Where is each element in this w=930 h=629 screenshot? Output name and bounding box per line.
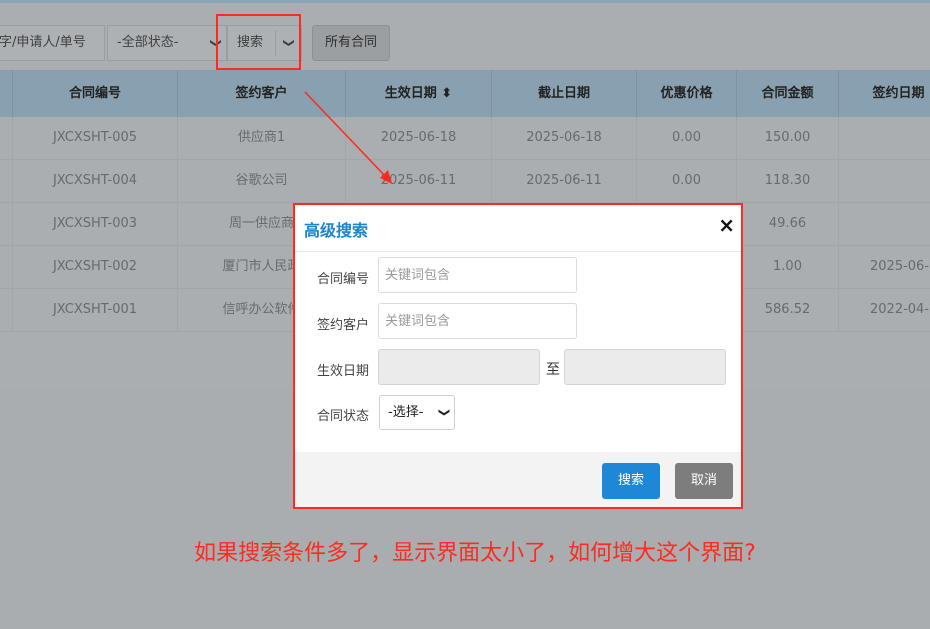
cancel-button[interactable]: 取消 [675,463,733,499]
customer-input[interactable] [378,303,577,339]
contract-no-label: 合同编号 [317,272,370,287]
close-icon[interactable]: × [718,213,735,237]
cell-amount: 49.66 [736,203,838,245]
column-header-contract-no[interactable]: 合同编号 [12,70,177,117]
cell-contract-no: JXCXSHT-002 [12,246,177,288]
table-header: 合同编号 签约客户 生效日期 ⬍ 截止日期 优惠价格 合同金额 签约日期 [0,70,930,117]
cell-end-date: 2025-06-11 [491,160,636,202]
cell-customer: 谷歌公司 [177,160,345,202]
contract-status-label: 合同状态 [317,409,370,424]
toolbar: 字/申请人/单号 -全部状态- ❯ 搜索 ❯ 所有合同 [0,3,930,69]
annotation-highlight-box [216,14,301,70]
advanced-search-dialog: 高级搜索 × 合同编号 签约客户 生效日期 至 合同状态 -选择- ❯ 搜索 取… [293,203,743,509]
column-header-sign-date[interactable]: 签约日期 [838,70,930,117]
cell-sign-date: 2022-04- [838,289,930,331]
date-range-separator: 至 [546,362,560,378]
cell-contract-no: JXCXSHT-001 [12,289,177,331]
cell-contract-no: JXCXSHT-005 [12,117,177,159]
cell-contract-no: JXCXSHT-003 [12,203,177,245]
cell-discount: 0.00 [636,160,736,202]
column-header-effective-date[interactable]: 生效日期 ⬍ [345,70,491,117]
all-contracts-button[interactable]: 所有合同 [312,25,390,61]
table-row[interactable]: JXCXSHT-004 谷歌公司 2025-06-11 2025-06-11 0… [0,160,930,203]
date-to-input[interactable] [564,349,726,385]
cell-effective-date: 2025-06-11 [345,160,491,202]
column-header-customer[interactable]: 签约客户 [177,70,345,117]
dialog-header: 高级搜索 × [295,205,741,252]
column-header-end-date[interactable]: 截止日期 [491,70,636,117]
customer-label: 签约客户 [317,318,370,333]
date-from-input[interactable] [378,349,540,385]
contract-status-select[interactable]: -选择- ❯ [379,395,455,430]
cell-amount: 150.00 [736,117,838,159]
table-row[interactable]: JXCXSHT-005 供应商1 2025-06-18 2025-06-18 0… [0,117,930,160]
cell-customer: 供应商1 [177,117,345,159]
cell-sign-date [838,203,930,245]
keyword-search-input[interactable]: 字/申请人/单号 [0,25,105,61]
contract-status-value: -选择- [388,405,424,420]
contract-no-input[interactable] [378,257,577,293]
cell-sign-date: 2025-06- [838,246,930,288]
column-header-discount[interactable]: 优惠价格 [636,70,736,117]
chevron-down-icon: ❯ [437,407,451,418]
status-select[interactable]: -全部状态- ❯ [107,25,227,61]
dialog-title: 高级搜索 [304,221,369,240]
keyword-placeholder: 字/申请人/单号 [0,35,86,50]
cell-amount: 586.52 [736,289,838,331]
cell-effective-date: 2025-06-18 [345,117,491,159]
cell-sign-date [838,160,930,202]
cell-sign-date [838,117,930,159]
cell-end-date: 2025-06-18 [491,117,636,159]
cell-amount: 118.30 [736,160,838,202]
effective-date-label: 生效日期 [317,364,370,379]
column-header-amount[interactable]: 合同金额 [736,70,838,117]
status-select-value: -全部状态- [117,35,179,50]
dialog-footer: 搜索 取消 [295,452,741,507]
cell-amount: 1.00 [736,246,838,288]
search-button[interactable]: 搜索 [602,463,660,499]
cell-contract-no: JXCXSHT-004 [12,160,177,202]
annotation-question: 如果搜索条件多了，显示界面太小了，如何增大这个界面? [194,541,756,566]
cell-discount: 0.00 [636,117,736,159]
